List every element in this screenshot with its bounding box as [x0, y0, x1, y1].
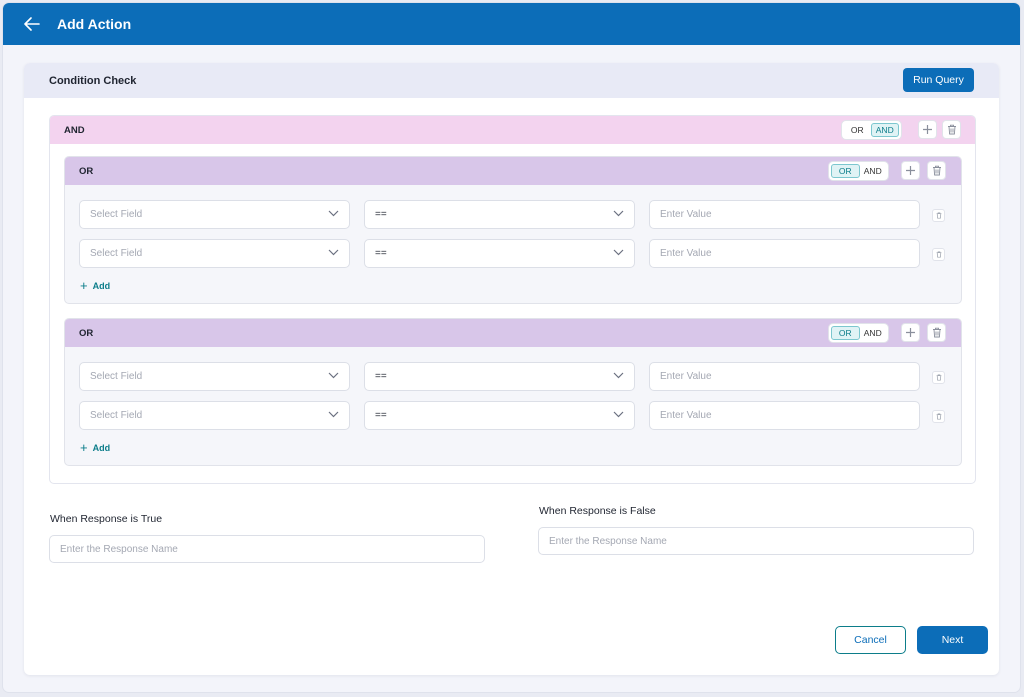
value-input[interactable]: Enter Value — [649, 200, 920, 229]
or-group-label: OR — [79, 165, 94, 177]
arrow-left-icon — [24, 17, 40, 31]
trash-icon — [936, 251, 941, 258]
trash-icon — [932, 165, 941, 176]
field-select[interactable]: Select Field — [79, 401, 350, 430]
operator-select[interactable]: == — [364, 401, 635, 430]
chevron-down-icon — [613, 372, 624, 379]
condition-row: Select Field == Enter Value — [79, 200, 954, 229]
toggle-and-option[interactable]: AND — [860, 164, 887, 178]
add-condition-label: Add — [92, 280, 111, 291]
condition-check-title: Condition Check — [49, 74, 137, 87]
plus-icon — [906, 328, 915, 337]
operator-select[interactable]: == — [364, 239, 635, 268]
chevron-down-icon — [328, 210, 339, 217]
page-title: Add Action — [57, 16, 132, 32]
field-select-placeholder: Select Field — [90, 248, 143, 259]
toggle-and-option[interactable]: AND — [870, 123, 899, 137]
cancel-button[interactable]: Cancel — [835, 626, 906, 654]
or-group: OR OR AND Select Field == Enter Value Se… — [64, 318, 962, 466]
or-group-header: OR OR AND — [65, 319, 961, 347]
field-select[interactable]: Select Field — [79, 200, 350, 229]
field-select[interactable]: Select Field — [79, 362, 350, 391]
response-true-label: When Response is True — [50, 513, 163, 525]
value-input[interactable]: Enter Value — [649, 401, 920, 430]
condition-row: Select Field == Enter Value — [79, 362, 954, 391]
delete-condition-button[interactable] — [932, 248, 945, 261]
condition-card-header: Condition Check Run Query — [24, 63, 999, 98]
plus-icon: + — [80, 278, 88, 293]
or-group-toggle: OR AND — [828, 161, 889, 181]
plus-icon — [923, 125, 932, 134]
response-false-input[interactable] — [538, 527, 974, 555]
trash-icon — [947, 124, 956, 135]
response-false-label: When Response is False — [539, 505, 656, 517]
delete-or-group-button[interactable] — [927, 161, 946, 180]
response-true-input[interactable] — [49, 535, 485, 563]
toggle-or-option[interactable]: OR — [844, 123, 871, 137]
delete-condition-button[interactable] — [932, 371, 945, 384]
chevron-down-icon — [613, 210, 624, 217]
back-button[interactable] — [22, 14, 42, 34]
and-group-label: AND — [64, 124, 85, 136]
operator-select[interactable]: == — [364, 362, 635, 391]
add-condition-label: Add — [92, 442, 111, 453]
condition-row: Select Field == Enter Value — [79, 401, 954, 430]
and-group: AND OR AND OR OR AND Select Field == Ent… — [49, 115, 976, 484]
plus-icon: + — [80, 440, 88, 455]
chevron-down-icon — [328, 249, 339, 256]
add-group-button[interactable] — [918, 120, 937, 139]
value-input-placeholder: Enter Value — [660, 410, 712, 421]
field-select-placeholder: Select Field — [90, 410, 143, 421]
trash-icon — [936, 374, 941, 381]
add-condition-link[interactable]: + Add — [80, 278, 110, 293]
operator-select[interactable]: == — [364, 200, 635, 229]
or-group-label: OR — [79, 327, 94, 339]
toggle-and-option[interactable]: AND — [860, 326, 887, 340]
trash-icon — [936, 413, 941, 420]
field-select[interactable]: Select Field — [79, 239, 350, 268]
and-group-toggle: OR AND — [841, 120, 902, 140]
chevron-down-icon — [328, 411, 339, 418]
chevron-down-icon — [328, 372, 339, 379]
next-button[interactable]: Next — [917, 626, 988, 654]
value-input-placeholder: Enter Value — [660, 209, 712, 220]
delete-condition-button[interactable] — [932, 209, 945, 222]
toggle-or-option[interactable]: OR — [831, 326, 860, 340]
or-group-toggle: OR AND — [828, 323, 889, 343]
operator-value: == — [375, 410, 387, 421]
field-select-placeholder: Select Field — [90, 209, 143, 220]
plus-icon — [906, 166, 915, 175]
delete-condition-button[interactable] — [932, 410, 945, 423]
value-input[interactable]: Enter Value — [649, 239, 920, 268]
or-group: OR OR AND Select Field == Enter Value Se… — [64, 156, 962, 304]
add-condition-group-button[interactable] — [901, 161, 920, 180]
top-bar: Add Action — [3, 3, 1020, 45]
operator-value: == — [375, 248, 387, 259]
condition-row: Select Field == Enter Value — [79, 239, 954, 268]
chevron-down-icon — [613, 249, 624, 256]
toggle-or-option[interactable]: OR — [831, 164, 860, 178]
delete-group-button[interactable] — [942, 120, 961, 139]
delete-or-group-button[interactable] — [927, 323, 946, 342]
run-query-button[interactable]: Run Query — [903, 68, 974, 92]
value-input-placeholder: Enter Value — [660, 371, 712, 382]
app-window: Add Action Condition Check Run Query AND… — [3, 3, 1020, 692]
or-group-header: OR OR AND — [65, 157, 961, 185]
operator-value: == — [375, 209, 387, 220]
operator-value: == — [375, 371, 387, 382]
chevron-down-icon — [613, 411, 624, 418]
field-select-placeholder: Select Field — [90, 371, 143, 382]
value-input[interactable]: Enter Value — [649, 362, 920, 391]
trash-icon — [932, 327, 941, 338]
add-condition-group-button[interactable] — [901, 323, 920, 342]
value-input-placeholder: Enter Value — [660, 248, 712, 259]
add-condition-link[interactable]: + Add — [80, 440, 110, 455]
trash-icon — [936, 212, 941, 219]
condition-card: Condition Check Run Query AND OR AND OR … — [24, 63, 999, 675]
and-group-header: AND OR AND — [50, 116, 975, 144]
